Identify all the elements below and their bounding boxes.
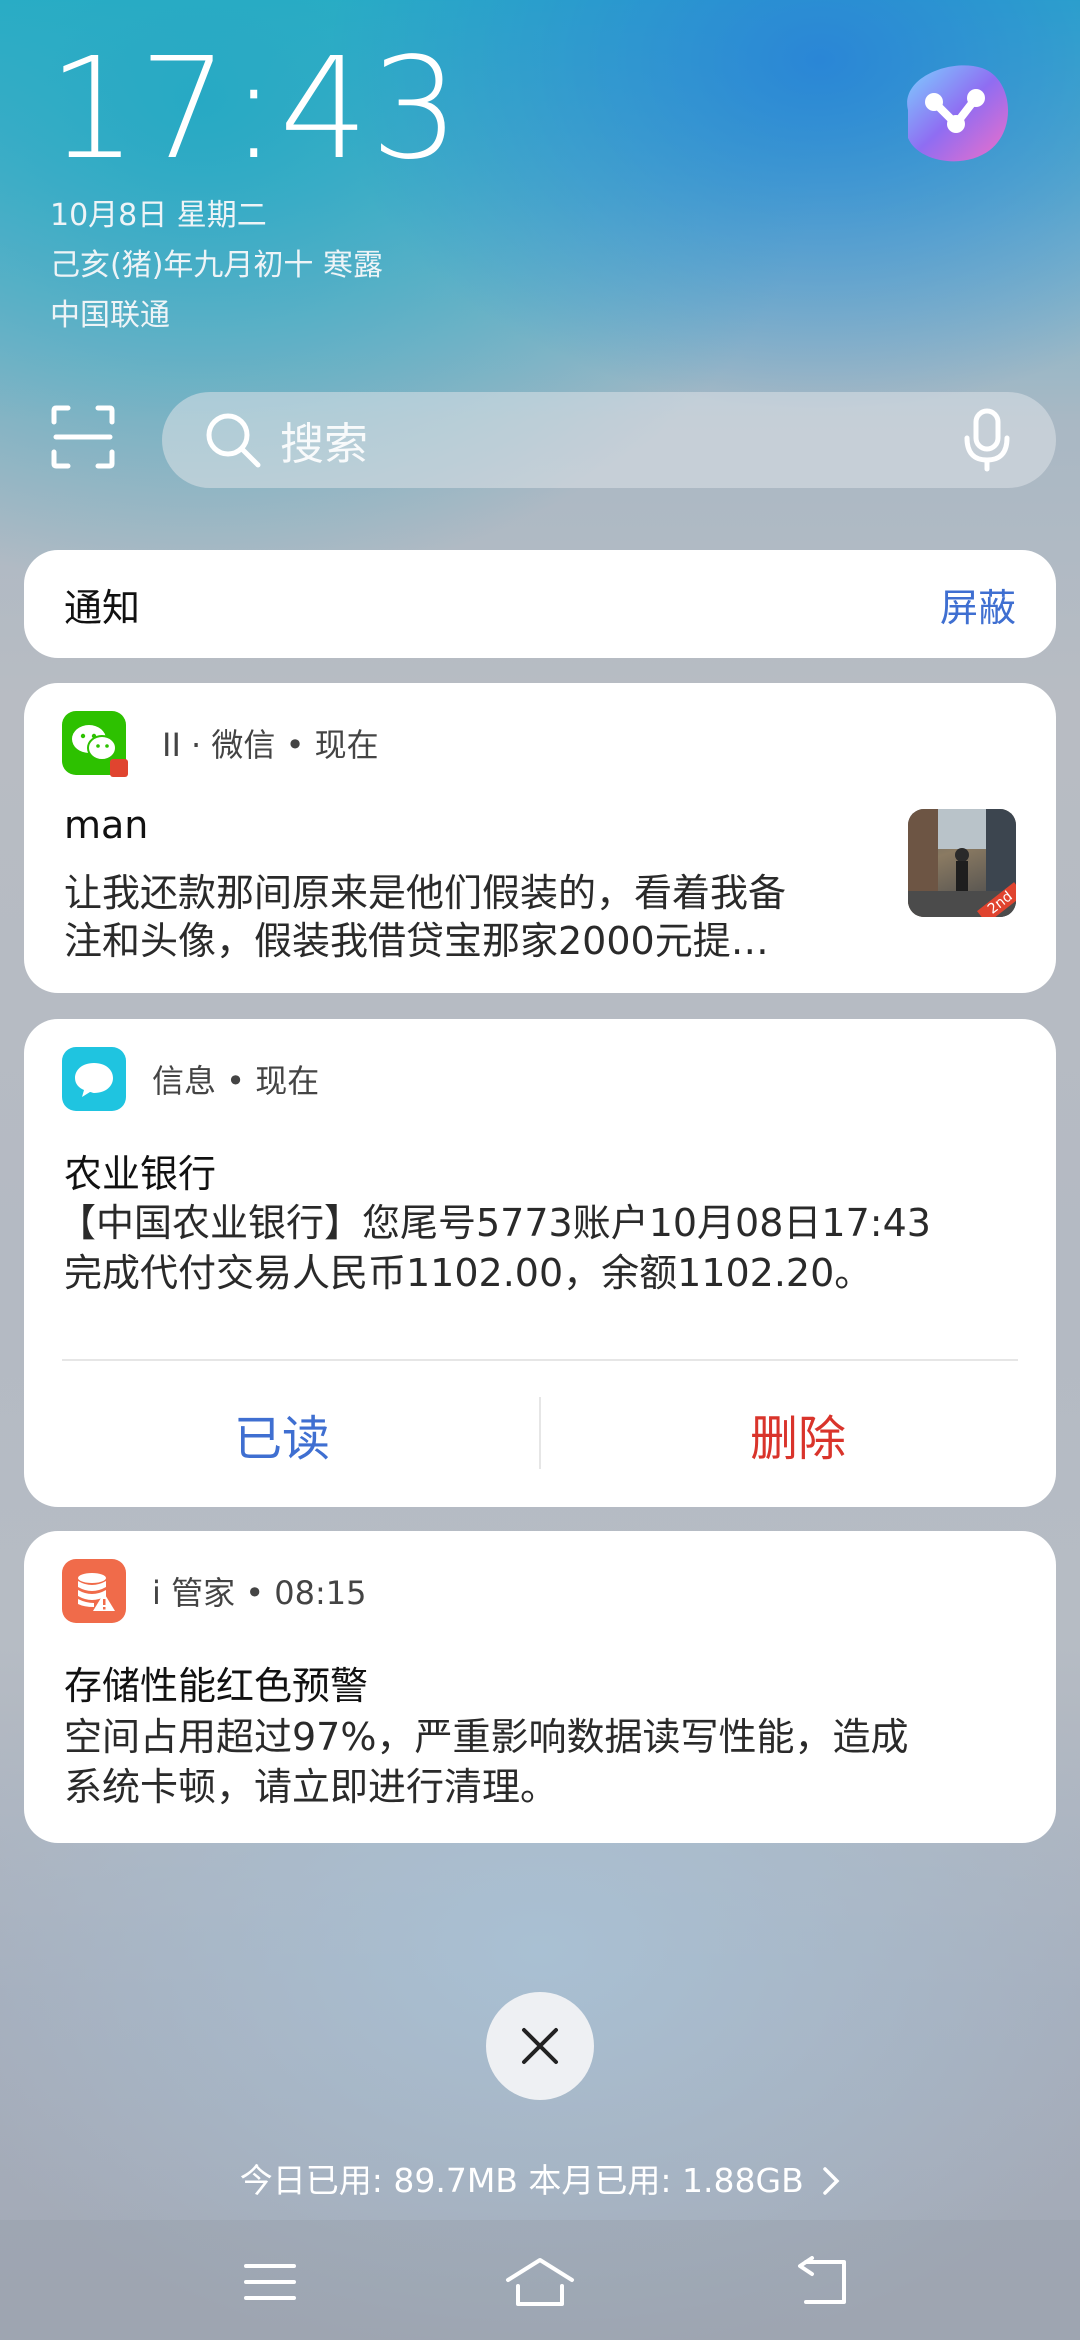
home-button[interactable]	[500, 2242, 580, 2322]
sms-notification[interactable]: 信息 • 现在 农业银行 【中国农业银行】您尾号5773账户10月08日17:4…	[24, 1019, 1056, 1507]
chevron-right-icon	[823, 2167, 840, 2195]
clear-notifications-button[interactable]	[486, 1992, 594, 2100]
back-button[interactable]	[782, 2242, 862, 2322]
clock-time: 17:43	[48, 28, 462, 191]
data-usage-link[interactable]: 今日已用: 89.7MB 本月已用: 1.88GB	[0, 2154, 1080, 2202]
storage-warning-line-2: 系统卡顿，请立即进行清理。	[64, 1765, 559, 1809]
wechat-message-line-2: 注和头像，假装我借贷宝那家2000元提…	[64, 919, 769, 963]
assistant-icon[interactable]	[890, 58, 1014, 168]
wechat-icon	[62, 711, 128, 777]
date-text: 10月8日 星期二	[50, 198, 267, 233]
wechat-thumbnail: 2nd	[908, 809, 1016, 917]
wechat-app-meta: II · 微信 • 现在	[162, 726, 379, 764]
mark-read-button[interactable]: 已读	[24, 1399, 540, 1469]
microphone-icon[interactable]	[962, 408, 1012, 472]
navigation-bar	[0, 2220, 1080, 2340]
messages-icon	[62, 1047, 126, 1111]
lunar-date-text: 己亥(猪)年九月初十 寒露	[50, 248, 383, 283]
sms-message-line-1: 【中国农业银行】您尾号5773账户10月08日17:43	[58, 1201, 931, 1245]
delete-button[interactable]: 删除	[540, 1399, 1056, 1469]
storage-warning-line-1: 空间占用超过97%，严重影响数据读写性能，造成	[64, 1715, 909, 1759]
phone-manager-icon	[62, 1559, 126, 1623]
back-icon	[798, 2256, 846, 2304]
data-usage-text: 今日已用: 89.7MB 本月已用: 1.88GB	[239, 2161, 804, 2200]
scan-icon[interactable]	[50, 404, 116, 470]
notification-header-title: 通知	[64, 585, 141, 630]
menu-icon	[244, 2264, 296, 2300]
search-bar[interactable]: 搜索	[162, 392, 1056, 488]
wechat-sender: man	[64, 803, 149, 847]
storage-warning-title: 存储性能红色预警	[64, 1664, 369, 1708]
block-button[interactable]: 屏蔽	[940, 577, 1016, 632]
close-icon	[522, 2028, 558, 2064]
notification-header: 通知 屏蔽	[24, 550, 1056, 658]
menu-button[interactable]	[230, 2242, 310, 2322]
wechat-message-line-1: 让我还款那间原来是他们假装的，看着我备	[64, 871, 787, 915]
search-icon	[206, 413, 261, 468]
home-icon	[506, 2258, 574, 2306]
sms-divider	[62, 1359, 1018, 1361]
sms-app-meta: 信息 • 现在	[152, 1062, 320, 1100]
phone-manager-app-meta: i 管家 • 08:15	[152, 1574, 367, 1612]
sms-message-line-2: 完成代付交易人民币1102.00，余额1102.20。	[64, 1251, 873, 1295]
search-placeholder: 搜索	[280, 419, 368, 470]
wechat-notification[interactable]: II · 微信 • 现在 man 让我还款那间原来是他们假装的，看着我备 注和头…	[24, 683, 1056, 993]
sms-sender: 农业银行	[64, 1152, 217, 1196]
phone-manager-notification[interactable]: i 管家 • 08:15 存储性能红色预警 空间占用超过97%，严重影响数据读写…	[24, 1531, 1056, 1843]
carrier-text: 中国联通	[50, 298, 170, 333]
